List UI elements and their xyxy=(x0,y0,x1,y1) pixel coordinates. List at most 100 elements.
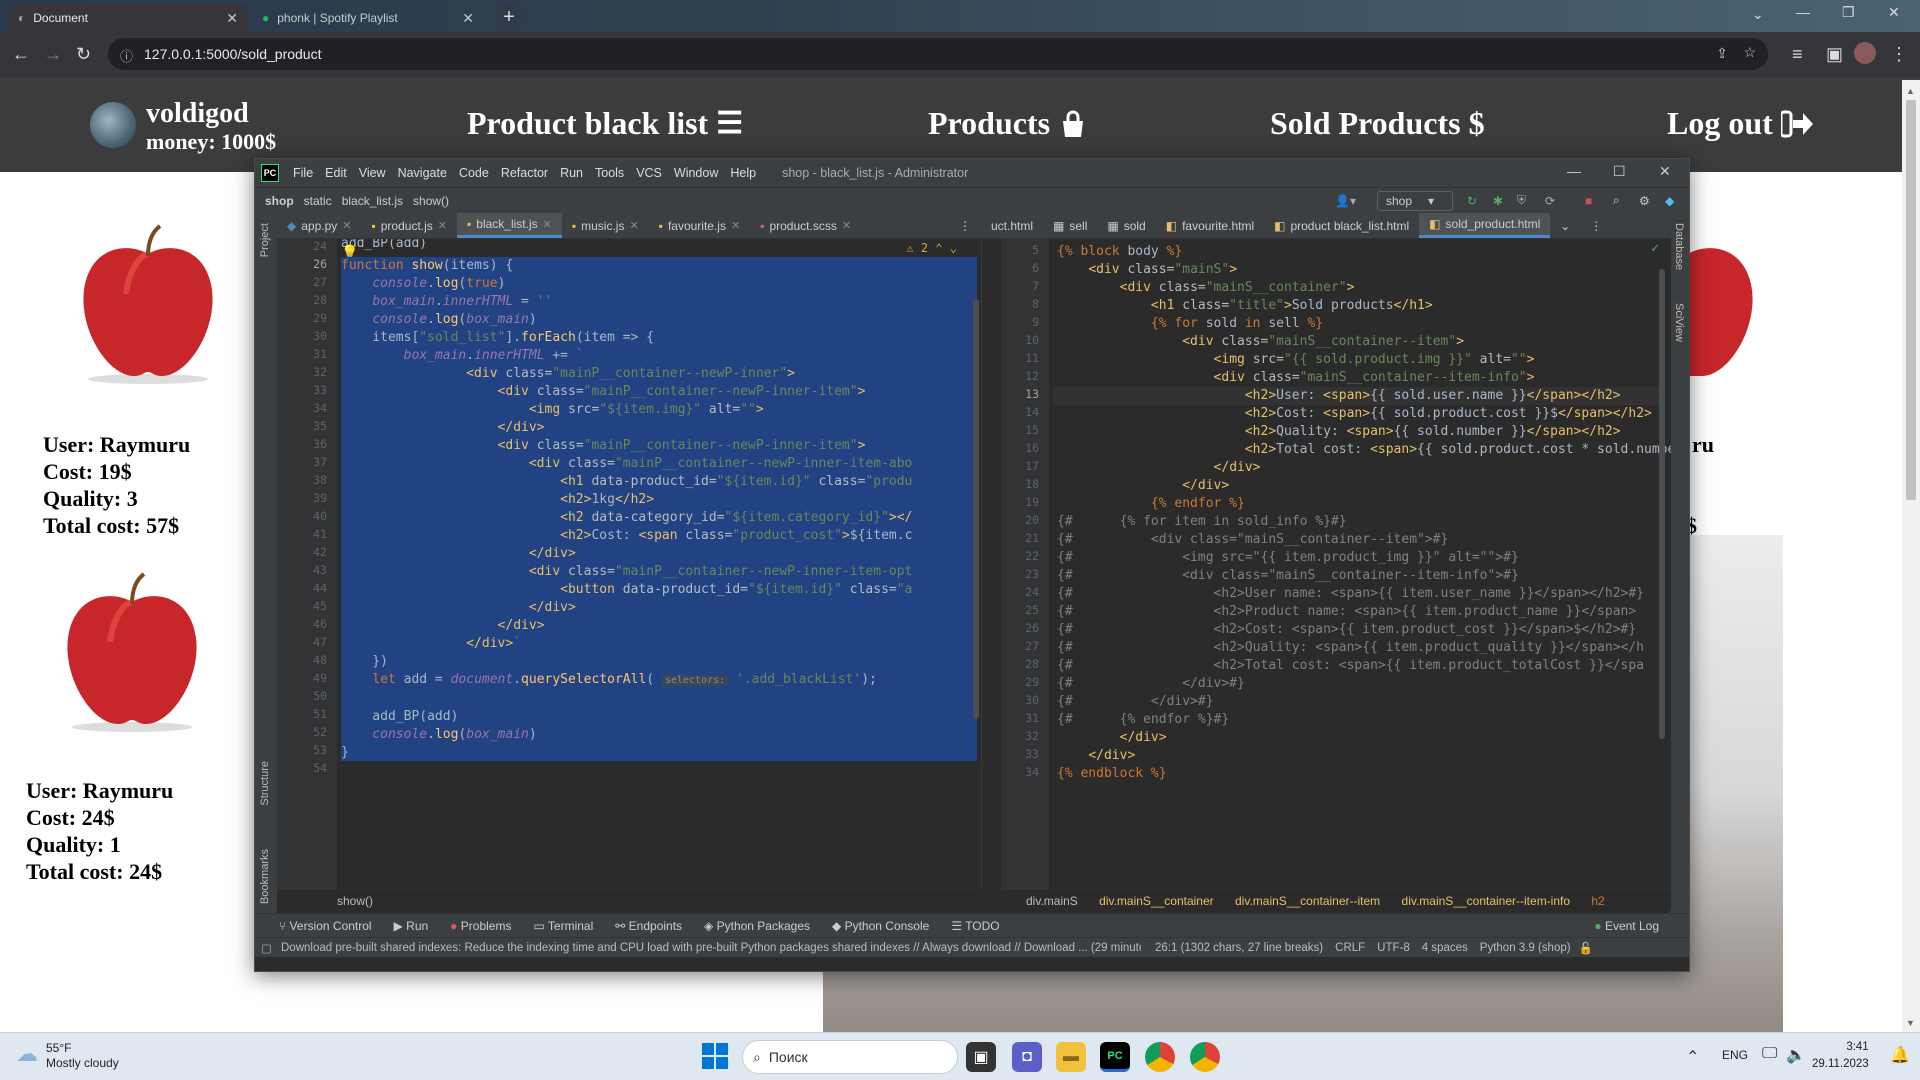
restore-icon[interactable]: ❐ xyxy=(1842,4,1855,21)
tab-product-scss[interactable]: ▪ product.scss ✕ xyxy=(750,213,861,238)
warning-count[interactable]: ⚠ 2 ⌃ ⌄ xyxy=(906,241,957,255)
ide-close-icon[interactable]: ✕ xyxy=(1659,163,1671,180)
close-tab-icon[interactable]: ✕ xyxy=(842,219,851,232)
address-bar[interactable]: ⓘ 127.0.0.1:5000/sold_product ⇪ ☆ xyxy=(108,38,1768,70)
browser-tab-document[interactable]: ◐ Document ✕ xyxy=(8,4,248,32)
scroll-down-icon[interactable]: ▼ xyxy=(1906,1018,1915,1028)
nav-logout[interactable]: Log out xyxy=(1667,105,1813,142)
scroll-up-icon[interactable]: ▲ xyxy=(1906,86,1915,96)
close-tab-icon[interactable]: ✕ xyxy=(462,10,474,27)
pycharm-taskbar-icon[interactable]: PC xyxy=(1100,1042,1130,1072)
run-button[interactable]: ▶ Run xyxy=(394,919,429,933)
status-message[interactable]: Download pre-built shared indexes: Reduc… xyxy=(281,942,1141,954)
menu-help[interactable]: Help xyxy=(724,166,762,180)
nav-sold-products[interactable]: Sold Products $ xyxy=(1270,105,1485,142)
menu-navigate[interactable]: Navigate xyxy=(392,166,453,180)
menu-window[interactable]: Window xyxy=(668,166,724,180)
close-tab-icon[interactable]: ✕ xyxy=(629,219,638,232)
crumb-div-container[interactable]: div.mainS__container xyxy=(1099,894,1214,908)
close-tab-icon[interactable]: ✕ xyxy=(438,219,447,232)
left-editor-scrollbar[interactable] xyxy=(973,299,979,719)
file-explorer-icon[interactable]: ▬ xyxy=(1056,1042,1086,1072)
nav-products[interactable]: Products xyxy=(928,105,1088,142)
event-log-button[interactable]: ● Event Log xyxy=(1594,919,1659,933)
task-view-icon[interactable]: ▣ xyxy=(966,1042,996,1072)
tray-chevron-up-icon[interactable]: ⌃ xyxy=(1686,1047,1699,1067)
clock[interactable]: 3:41 29.11.2023 xyxy=(1812,1039,1869,1073)
tab-product-js[interactable]: ▪ product.js ✕ xyxy=(361,213,457,238)
database-tool-button[interactable]: Database xyxy=(1673,223,1685,270)
network-icon[interactable]: 🖵 xyxy=(1762,1045,1777,1063)
scrollbar-thumb[interactable] xyxy=(1906,100,1916,500)
forward-icon[interactable]: → xyxy=(44,44,62,64)
tab-favourite-js[interactable]: ▪ favourite.js ✕ xyxy=(649,213,751,238)
close-tab-icon[interactable]: ✕ xyxy=(543,218,552,231)
sciview-tool-button[interactable]: SciView xyxy=(1673,303,1685,342)
python-console-button[interactable]: ◆ Python Console xyxy=(832,919,929,933)
crumb-function[interactable]: show() xyxy=(413,194,449,208)
crumb-div-item-info[interactable]: div.mainS__container--item-info xyxy=(1402,894,1571,908)
debug-icon[interactable]: ✱ xyxy=(1493,194,1503,208)
profile-icon[interactable]: ⟳ xyxy=(1545,194,1555,208)
current-function-crumb[interactable]: show() xyxy=(337,894,373,908)
nav-black-list[interactable]: Product black list ☰ xyxy=(467,105,743,142)
python-interpreter[interactable]: Python 3.9 (shop) xyxy=(1480,942,1571,954)
ide-minimize-icon[interactable]: — xyxy=(1567,163,1581,179)
close-tab-icon[interactable]: ✕ xyxy=(731,219,740,232)
tab-black-list-js[interactable]: ▪ black_list.js ✕ xyxy=(457,213,562,238)
indent-setting[interactable]: 4 spaces xyxy=(1422,942,1468,954)
caret-position[interactable]: 26:1 (1302 chars, 27 line breaks) xyxy=(1155,942,1323,954)
tab-menu-icon[interactable]: ⋮ xyxy=(1580,213,1612,238)
share-icon[interactable]: ⇪ xyxy=(1716,45,1728,62)
lock-icon[interactable]: 🔓 xyxy=(1579,941,1593,955)
left-code-editor[interactable]: 24 26 27 28 29 30 31 32 33 34 35 36 37 38 39 40 41 42 43 44… xyxy=(277,239,981,889)
profile-avatar[interactable] xyxy=(1854,42,1876,64)
python-packages-button[interactable]: ◈ Python Packages xyxy=(704,919,810,933)
volume-icon[interactable]: 🔈 xyxy=(1786,1045,1806,1065)
page-scrollbar[interactable]: ▲ ▼ xyxy=(1902,80,1920,1032)
file-encoding[interactable]: UTF-8 xyxy=(1377,942,1410,954)
rerun-icon[interactable]: ↻ xyxy=(1467,194,1477,208)
browser-tab-spotify[interactable]: ● phonk | Spotify Playlist ✕ xyxy=(252,4,484,32)
close-tab-icon[interactable]: ✕ xyxy=(226,10,238,27)
close-window-icon[interactable]: ✕ xyxy=(1888,4,1900,21)
chrome-menu-icon[interactable]: ⋮ xyxy=(1890,44,1908,64)
user-icon[interactable]: 👤▾ xyxy=(1335,194,1356,208)
new-tab-button[interactable]: + xyxy=(496,5,522,31)
plugin-icon[interactable]: ◆ xyxy=(1665,194,1674,208)
crumb-project[interactable]: shop xyxy=(265,194,294,208)
crumb-h2[interactable]: h2 xyxy=(1591,894,1604,908)
status-expand-icon[interactable]: ▢ xyxy=(261,941,272,955)
bookmarks-tool-button[interactable]: Bookmarks xyxy=(259,849,271,904)
menu-code[interactable]: Code xyxy=(453,166,495,180)
tab-search-icon[interactable]: ⌄ xyxy=(1752,6,1764,23)
editor-splitter[interactable] xyxy=(981,239,1001,889)
right-code-editor[interactable]: 5 6 7 8 9 10 11 12 13 14 15 16 17 18 19 20 21 22 23 24 25 26 2… xyxy=(1001,239,1671,889)
teams-icon[interactable]: ◘ xyxy=(1012,1042,1042,1072)
tab-chevron-down-icon[interactable]: ⌄ xyxy=(1550,213,1580,238)
crumb-div-item[interactable]: div.mainS__container--item xyxy=(1235,894,1380,908)
terminal-button[interactable]: ▭ Terminal xyxy=(533,919,593,933)
tab-menu-icon[interactable]: ⋮ xyxy=(949,213,981,238)
tab-uct-html[interactable]: uct.html xyxy=(981,213,1043,238)
right-editor-scrollbar[interactable] xyxy=(1659,269,1665,739)
menu-tools[interactable]: Tools xyxy=(589,166,630,180)
tab-app-py[interactable]: ◆ app.py ✕ xyxy=(277,213,361,238)
start-button[interactable] xyxy=(702,1043,728,1074)
menu-run[interactable]: Run xyxy=(554,166,589,180)
crumb-div-mains[interactable]: div.mainS xyxy=(1026,894,1078,908)
menu-vcs[interactable]: VCS xyxy=(630,166,668,180)
back-icon[interactable]: ← xyxy=(12,44,30,64)
tab-music-js[interactable]: ▪ music.js ✕ xyxy=(562,213,649,238)
crumb-file[interactable]: black_list.js xyxy=(342,194,403,208)
weather-widget[interactable]: ☁ 55°F Mostly cloudy xyxy=(16,1041,119,1071)
todo-button[interactable]: ☰ TODO xyxy=(951,919,999,933)
menu-refactor[interactable]: Refactor xyxy=(495,166,554,180)
stop-icon[interactable]: ■ xyxy=(1585,194,1592,208)
crumb-static[interactable]: static xyxy=(304,194,332,208)
tab-sell-table[interactable]: ▦ sell xyxy=(1043,213,1097,238)
notifications-icon[interactable]: 🔔 xyxy=(1890,1045,1910,1065)
close-tab-icon[interactable]: ✕ xyxy=(342,219,351,232)
taskbar-search[interactable]: ⌕ Поиск xyxy=(742,1040,958,1074)
project-tool-button[interactable]: Project xyxy=(259,223,271,257)
